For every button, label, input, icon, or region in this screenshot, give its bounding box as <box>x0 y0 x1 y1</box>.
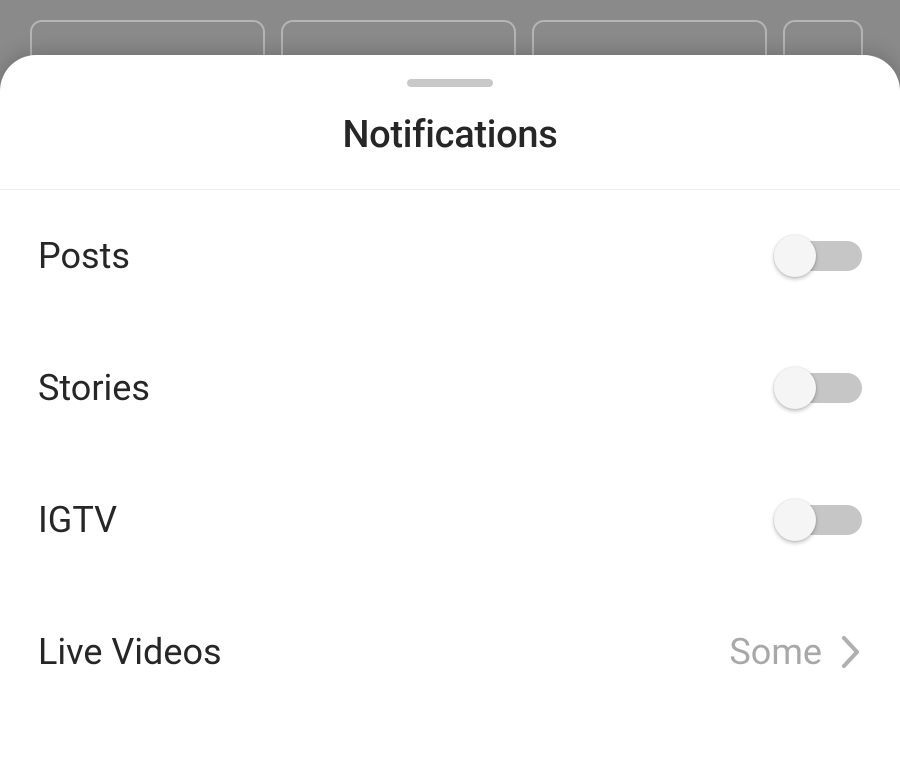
toggle-knob <box>774 499 816 541</box>
sheet-grabber[interactable] <box>407 79 493 87</box>
sheet-title: Notifications <box>0 113 900 157</box>
row-stories: Stories <box>38 322 862 454</box>
row-label: Stories <box>38 367 150 409</box>
row-posts: Posts <box>38 190 862 322</box>
sheet-header: Notifications <box>0 87 900 190</box>
row-live-videos[interactable]: Live Videos Some <box>38 586 862 718</box>
row-label: IGTV <box>38 499 117 541</box>
toggle-knob <box>774 235 816 277</box>
sheet-body: Posts Stories IGTV Live Videos Some <box>0 190 900 718</box>
row-label: Live Videos <box>38 631 222 673</box>
toggle-posts[interactable] <box>776 238 862 274</box>
toggle-knob <box>774 367 816 409</box>
toggle-igtv[interactable] <box>776 502 862 538</box>
row-label: Posts <box>38 235 130 277</box>
notifications-sheet: Notifications Posts Stories IGTV Li <box>0 55 900 780</box>
row-value: Some <box>729 631 822 673</box>
chevron-right-icon <box>840 633 862 671</box>
row-trailing: Some <box>729 631 862 673</box>
toggle-stories[interactable] <box>776 370 862 406</box>
row-igtv: IGTV <box>38 454 862 586</box>
